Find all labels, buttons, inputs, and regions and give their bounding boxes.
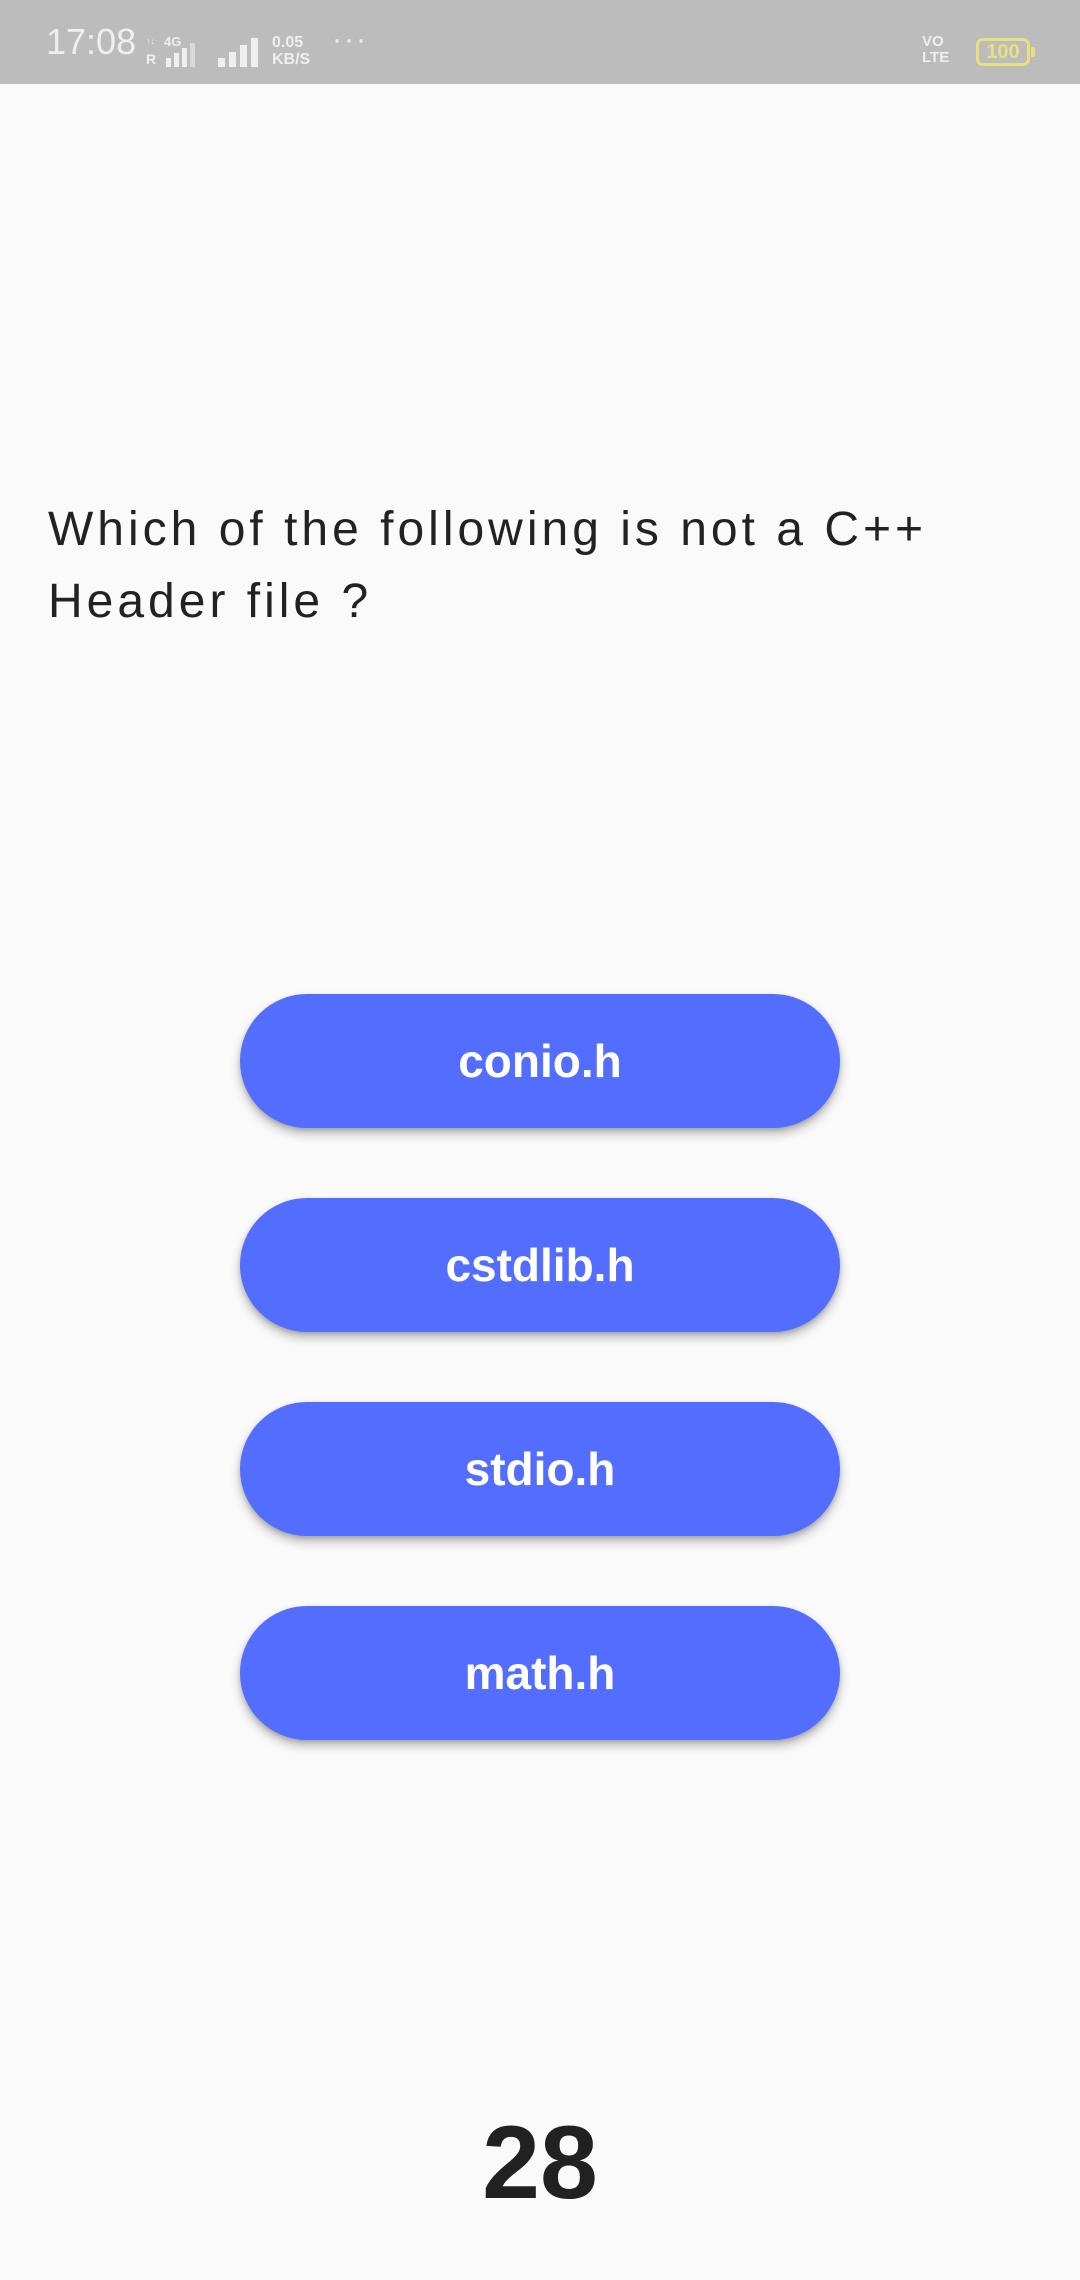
more-notifications-icon: ··· xyxy=(332,23,368,56)
answer-button-conio[interactable]: conio.h xyxy=(240,994,840,1128)
answer-button-math[interactable]: math.h xyxy=(240,1606,840,1740)
status-time: 17:08 xyxy=(46,21,137,62)
answer-button-cstdlib[interactable]: cstdlib.h xyxy=(240,1198,840,1332)
network-speed: 0.05 KB/S xyxy=(272,34,332,68)
volte-top-label: VO xyxy=(922,33,944,50)
svg-text:↑↓: ↑↓ xyxy=(146,36,155,46)
network-speed-unit: KB/S xyxy=(272,51,311,68)
signal-strength-icon xyxy=(218,38,258,67)
network-speed-value: 0.05 xyxy=(272,34,304,51)
answer-options: conio.h cstdlib.h stdio.h math.h xyxy=(240,994,840,1810)
status-bar: 17:08 ↑↓ R 4G 0.05 KB/S ··· VO LTE 100 xyxy=(0,0,1080,84)
answer-button-stdio[interactable]: stdio.h xyxy=(240,1402,840,1536)
mobile-data-4g-icon: ↑↓ R 4G xyxy=(146,34,195,67)
svg-text:4G: 4G xyxy=(164,34,181,49)
question-text: Which of the following is not a C++ Head… xyxy=(48,503,928,628)
volte-bottom-label: LTE xyxy=(922,49,950,66)
countdown-timer: 28 xyxy=(482,2105,598,2221)
volte-icon: VO LTE xyxy=(922,34,972,66)
svg-text:R: R xyxy=(146,51,156,67)
battery-icon: 100 xyxy=(976,38,1035,66)
